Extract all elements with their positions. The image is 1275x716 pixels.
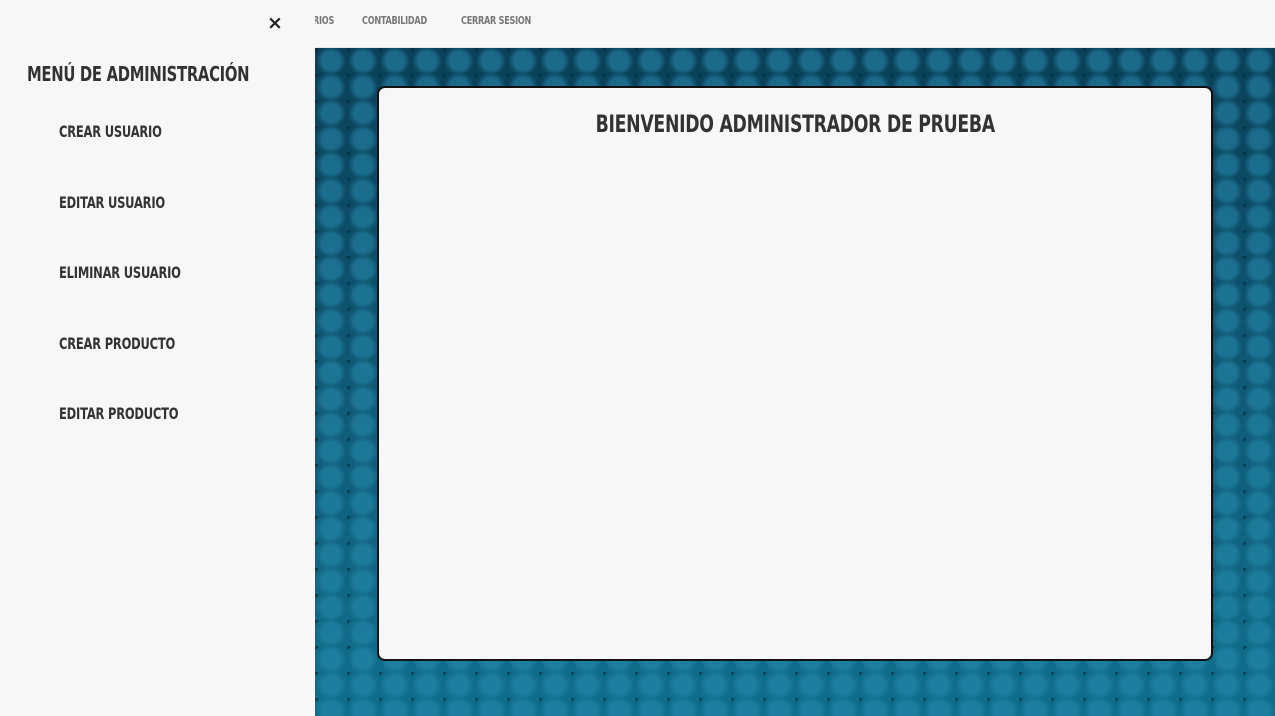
welcome-panel: BIENVENIDO ADMINISTRADOR DE PRUEBA bbox=[377, 86, 1213, 661]
welcome-heading: BIENVENIDO ADMINISTRADOR DE PRUEBA bbox=[379, 110, 1211, 138]
close-icon[interactable]: × bbox=[265, 12, 285, 34]
menu-item-label: EDITAR USUARIO bbox=[59, 192, 165, 212]
admin-sidebar: × MENÚ DE ADMINISTRACIÓN CREAR USUARIO E… bbox=[0, 0, 315, 716]
menu-item-crear-usuario[interactable]: CREAR USUARIO bbox=[59, 122, 228, 193]
menu-list: CREAR USUARIO EDITAR USUARIO ELIMINAR US… bbox=[59, 122, 228, 475]
menu-item-label: EDITAR PRODUCTO bbox=[59, 404, 179, 423]
menu-item-editar-producto[interactable]: EDITAR PRODUCTO bbox=[59, 404, 228, 475]
menu-item-label: CREAR USUARIO bbox=[59, 122, 162, 141]
menu-item-label: ELIMINAR USUARIO bbox=[59, 263, 181, 282]
welcome-text: BIENVENIDO ADMINISTRADOR DE PRUEBA bbox=[595, 110, 995, 138]
nav-link-contabilidad[interactable]: CONTABILIDAD bbox=[362, 14, 427, 27]
nav-link-cerrar-sesion[interactable]: CERRAR SESION bbox=[461, 14, 531, 27]
menu-item-editar-usuario[interactable]: EDITAR USUARIO bbox=[59, 193, 228, 264]
nav-links: ARIOS CONTABILIDAD CERRAR SESION bbox=[307, 0, 577, 40]
menu-item-crear-producto[interactable]: CREAR PRODUCTO bbox=[59, 334, 228, 405]
menu-item-eliminar-usuario[interactable]: ELIMINAR USUARIO bbox=[59, 263, 228, 334]
app-page: ARIOS CONTABILIDAD CERRAR SESION × MENÚ … bbox=[0, 0, 1275, 716]
menu-item-label: CREAR PRODUCTO bbox=[59, 333, 176, 353]
menu-title: MENÚ DE ADMINISTRACIÓN bbox=[27, 62, 250, 86]
